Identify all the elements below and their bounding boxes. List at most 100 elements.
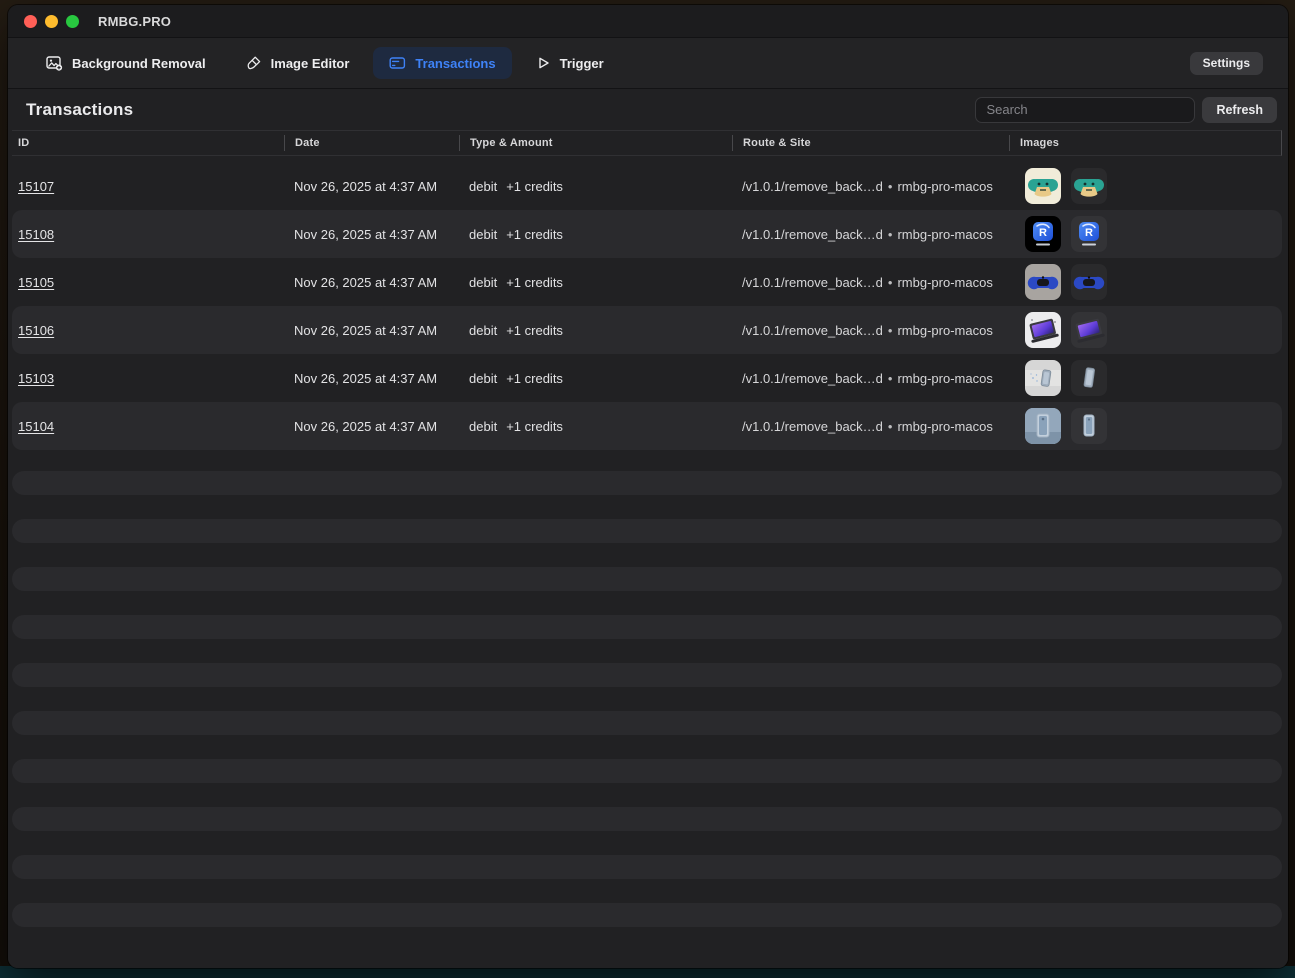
close-button[interactable] bbox=[24, 15, 37, 28]
transaction-id-link[interactable]: 15103 bbox=[18, 371, 54, 386]
thumbnail-cutout[interactable]: R bbox=[1071, 216, 1107, 252]
route-site-cell: /v1.0.1/remove_back…d•rmbg-pro-macos bbox=[732, 419, 1009, 434]
table-row: 15106 Nov 26, 2025 at 4:37 AM debit+1 cr… bbox=[12, 306, 1282, 354]
thumbnail-cutout[interactable] bbox=[1071, 408, 1107, 444]
column-header-date: Date bbox=[284, 135, 459, 151]
separator-dot: • bbox=[888, 419, 893, 434]
site-value: rmbg-pro-macos bbox=[897, 227, 992, 242]
route-site-cell: /v1.0.1/remove_back…d•rmbg-pro-macos bbox=[732, 179, 1009, 194]
window-title: RMBG.PRO bbox=[98, 14, 171, 29]
separator-dot: • bbox=[888, 323, 893, 338]
content-area: Transactions Refresh ID Date Type & Amou… bbox=[8, 89, 1288, 968]
table-row: 15104 Nov 26, 2025 at 4:37 AM debit +1 cr… bbox=[12, 402, 1282, 450]
table-row: 15108 Nov 26, 2025 at 4:37 AM debit+1 cr… bbox=[12, 210, 1282, 258]
thumbnail-cutout[interactable] bbox=[1071, 264, 1107, 300]
empty-row-placeholder bbox=[12, 519, 1282, 543]
minimize-button[interactable] bbox=[45, 15, 58, 28]
tab-transactions[interactable]: Transactions bbox=[373, 47, 511, 79]
site-value: rmbg-pro-macos bbox=[897, 323, 992, 338]
empty-row-placeholder bbox=[12, 471, 1282, 495]
thumbnail-cutout[interactable] bbox=[1071, 168, 1107, 204]
type-value: debit bbox=[469, 227, 497, 242]
type-value: debit bbox=[469, 323, 497, 338]
thumbnail-original[interactable] bbox=[1025, 264, 1061, 300]
thumbnail-original[interactable] bbox=[1025, 360, 1061, 396]
settings-button[interactable]: Settings bbox=[1190, 52, 1263, 75]
thumbnail-original[interactable] bbox=[1025, 312, 1061, 348]
nav-bar: Background Removal Image Editor Transact… bbox=[8, 38, 1288, 89]
route-value: /v1.0.1/remove_back…d bbox=[742, 371, 883, 386]
amount-value: +1 credits bbox=[506, 179, 563, 194]
date-cell: Nov 26, 2025 at 4:37 AM bbox=[284, 227, 459, 242]
route-value: /v1.0.1/remove_back…d bbox=[742, 275, 883, 290]
column-header-route: Route & Site bbox=[732, 135, 1009, 151]
date-cell: Nov 26, 2025 at 4:37 AM bbox=[284, 275, 459, 290]
images-cell bbox=[1009, 264, 1282, 300]
thumbnail-original[interactable] bbox=[1025, 168, 1061, 204]
amount-value: +1 credits bbox=[506, 275, 563, 290]
tab-image-editor[interactable]: Image Editor bbox=[230, 47, 366, 79]
site-value: rmbg-pro-macos bbox=[897, 179, 992, 194]
empty-row-placeholder bbox=[12, 711, 1282, 735]
separator-dot: • bbox=[888, 227, 893, 242]
refresh-button[interactable]: Refresh bbox=[1202, 97, 1277, 123]
amount-value: +1 credits bbox=[506, 371, 563, 386]
transaction-id-link[interactable]: 15108 bbox=[18, 227, 54, 242]
empty-row-placeholder bbox=[12, 615, 1282, 639]
date-cell: Nov 26, 2025 at 4:37 AM bbox=[284, 179, 459, 194]
transaction-id-link[interactable]: 15107 bbox=[18, 179, 54, 194]
date-cell: Nov 26, 2025 at 4:37 AM bbox=[284, 419, 459, 434]
empty-row-placeholder bbox=[12, 663, 1282, 687]
date-cell: Nov 26, 2025 at 4:37 AM bbox=[284, 323, 459, 338]
type-amount-cell: debit +1 credits bbox=[459, 419, 732, 434]
tab-trigger[interactable]: Trigger bbox=[520, 47, 620, 79]
transaction-id-link[interactable]: 15105 bbox=[18, 275, 54, 290]
images-cell: R R bbox=[1009, 216, 1282, 252]
empty-row-placeholder bbox=[12, 759, 1282, 783]
route-site-cell: /v1.0.1/remove_back…d•rmbg-pro-macos bbox=[732, 371, 1009, 386]
empty-row-placeholder bbox=[12, 807, 1282, 831]
transaction-id-link[interactable]: 15104 bbox=[18, 419, 54, 434]
transaction-id-link[interactable]: 15106 bbox=[18, 323, 54, 338]
site-value: rmbg-pro-macos bbox=[897, 275, 992, 290]
site-value: rmbg-pro-macos bbox=[897, 371, 992, 386]
tab-label: Background Removal bbox=[72, 56, 206, 71]
route-site-cell: /v1.0.1/remove_back…d•rmbg-pro-macos bbox=[732, 275, 1009, 290]
transactions-table: ID Date Type & Amount Route & Site Image… bbox=[8, 130, 1288, 968]
svg-text:R: R bbox=[1039, 227, 1047, 239]
window-controls bbox=[24, 15, 79, 28]
app-window: RMBG.PRO Background Removal bbox=[8, 5, 1288, 968]
type-amount-cell: debit +1 credits bbox=[459, 275, 732, 290]
page-title: Transactions bbox=[26, 100, 133, 120]
thumbnail-original[interactable] bbox=[1025, 408, 1061, 444]
type-value: debit bbox=[469, 179, 497, 194]
table-row: 15105 Nov 26, 2025 at 4:37 AM debit +1 cr… bbox=[12, 258, 1282, 306]
thumbnail-original[interactable]: R bbox=[1025, 216, 1061, 252]
type-value: debit bbox=[469, 371, 497, 386]
tab-label: Trigger bbox=[560, 56, 604, 71]
table-header-row: ID Date Type & Amount Route & Site Image… bbox=[12, 130, 1282, 156]
images-cell bbox=[1009, 312, 1282, 348]
route-value: /v1.0.1/remove_back…d bbox=[742, 323, 883, 338]
date-cell: Nov 26, 2025 at 4:37 AM bbox=[284, 371, 459, 386]
empty-row-placeholder bbox=[12, 903, 1282, 927]
type-value: debit bbox=[469, 275, 497, 290]
tab-background-removal[interactable]: Background Removal bbox=[30, 47, 222, 79]
empty-row-placeholder bbox=[12, 855, 1282, 879]
amount-value: +1 credits bbox=[506, 419, 563, 434]
window-titlebar: RMBG.PRO bbox=[8, 5, 1288, 38]
search-input[interactable] bbox=[975, 97, 1195, 123]
table-row: 15103 Nov 26, 2025 at 4:37 AM debit +1 cr… bbox=[12, 354, 1282, 402]
type-value: debit bbox=[469, 419, 497, 434]
table-row: 15107 Nov 26, 2025 at 4:37 AM debit +1 cr… bbox=[12, 162, 1282, 210]
empty-rows-section bbox=[8, 450, 1288, 927]
zoom-button[interactable] bbox=[66, 15, 79, 28]
play-icon bbox=[536, 55, 551, 71]
tab-label: Transactions bbox=[415, 56, 495, 71]
thumbnail-cutout[interactable] bbox=[1071, 360, 1107, 396]
route-site-cell: /v1.0.1/remove_back…d•rmbg-pro-macos bbox=[732, 227, 1009, 242]
svg-text:R: R bbox=[1085, 227, 1093, 239]
type-amount-cell: debit +1 credits bbox=[459, 179, 732, 194]
column-header-type: Type & Amount bbox=[459, 135, 732, 151]
thumbnail-cutout[interactable] bbox=[1071, 312, 1107, 348]
